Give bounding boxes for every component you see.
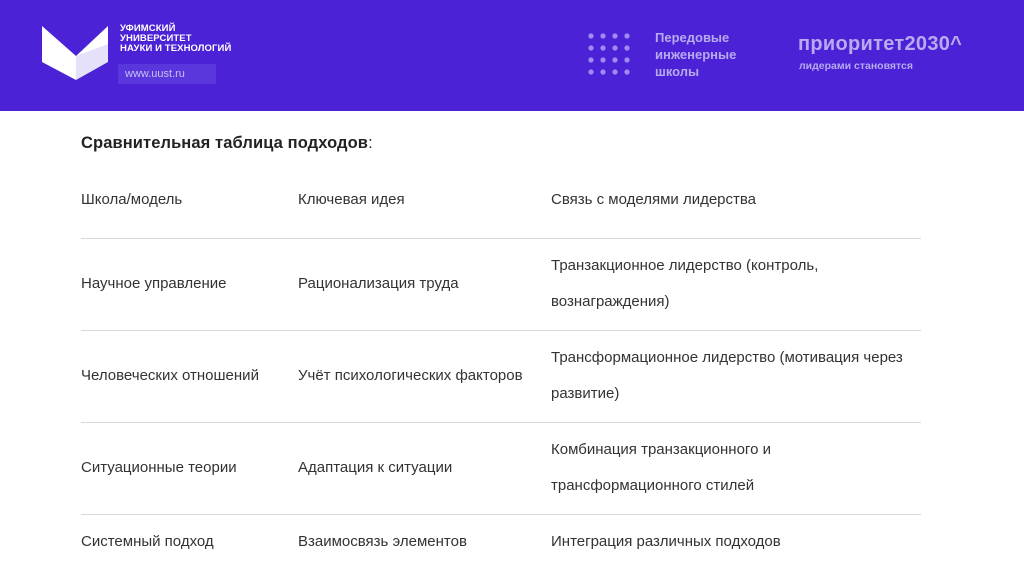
table-row: Научное управление Рационализация труда …	[81, 238, 921, 330]
table-cell: Ситуационные теории	[81, 459, 237, 476]
university-name: Уфимский университет науки и технологий	[120, 23, 232, 54]
table-cell: Учёт психологических факторов	[298, 367, 523, 384]
university-logo-icon	[42, 26, 108, 80]
university-website-link[interactable]: www.uust.ru	[118, 64, 216, 84]
table-row: Человеческих отношений Учёт психологичес…	[81, 330, 921, 422]
slide-content: Сравнительная таблица подходов: Школа/мо…	[81, 134, 921, 570]
table-cell: Научное управление	[81, 275, 227, 292]
table-header-row: Школа/модель Ключевая идея Связь с модел…	[81, 182, 921, 238]
table-cell: Системный подход	[81, 533, 214, 551]
table-cell: Комбинация транзакционного и трансформац…	[551, 441, 771, 494]
priority-2030-logo: приоритет2030^	[798, 33, 963, 55]
priority-2030-tagline: лидерами становятся	[799, 60, 914, 72]
table-cell: Трансформационное лидерство (мотивация ч…	[551, 349, 903, 402]
column-header-leadership-link: Связь с моделями лидерства	[551, 191, 757, 208]
engineering-schools-logo-icon	[588, 33, 630, 75]
table-title: Сравнительная таблица подходов:	[81, 134, 373, 152]
table-cell: Взаимосвязь элементов	[298, 533, 467, 551]
column-header-school: Школа/модель	[81, 191, 183, 208]
table-cell: Интеграция различных подходов	[551, 533, 781, 551]
table-cell: Адаптация к ситуации	[298, 459, 453, 476]
table-cell: Человеческих отношений	[81, 367, 259, 384]
table-cell: Транзакционное лидерство (контроль, возн…	[551, 257, 819, 310]
table-cell: Рационализация труда	[298, 275, 459, 292]
table-row: Системный подход Взаимосвязь элементов И…	[81, 514, 921, 570]
comparison-table: Школа/модель Ключевая идея Связь с модел…	[81, 182, 921, 570]
engineering-schools-label: Передовые инженерные школы	[655, 30, 737, 79]
table-row: Ситуационные теории Адаптация к ситуации…	[81, 422, 921, 514]
column-header-key-idea: Ключевая идея	[298, 191, 405, 208]
header-banner: Уфимский университет науки и технологий …	[0, 0, 1024, 111]
